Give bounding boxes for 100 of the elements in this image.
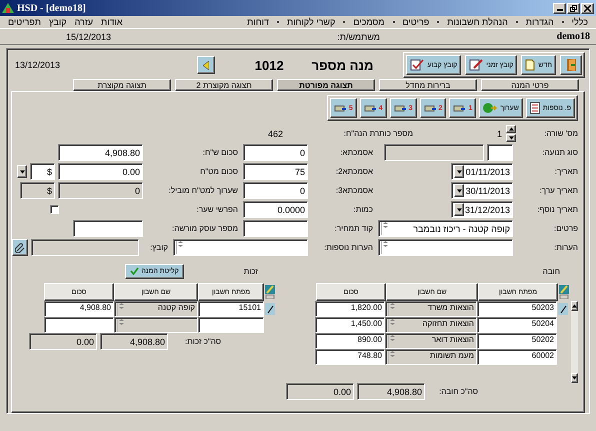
field-label: כמות:	[352, 205, 373, 214]
input-field[interactable]	[243, 220, 308, 237]
field-label: הערות:	[553, 243, 578, 252]
checkmark-icon	[130, 267, 140, 275]
section-title: זכות	[244, 266, 258, 276]
table-cell: 60002	[477, 349, 557, 365]
restore-button[interactable]	[567, 2, 580, 14]
field-label: תאריך נוסף:	[536, 205, 578, 214]
paperclip-icon	[15, 242, 25, 252]
checkbox[interactable]	[50, 205, 59, 214]
dropdown-button[interactable]	[17, 165, 27, 178]
menu-item[interactable]: תפריטים	[8, 17, 41, 27]
table-cell: קופה קטנה	[114, 301, 198, 317]
menu-item[interactable]: קובץ	[49, 17, 67, 27]
tab[interactable]: תצוגה מקוצרת	[73, 79, 171, 91]
menu-item[interactable]: אודות	[100, 17, 123, 27]
total-field[interactable]: 0.00	[286, 383, 354, 400]
dropdown-button[interactable]	[454, 165, 464, 178]
pencil-icon[interactable]	[559, 285, 569, 299]
list-icon	[530, 102, 540, 114]
field-label: אסמכתא:	[339, 148, 373, 157]
edit-icon	[558, 303, 568, 315]
input-field[interactable]: 0.0000	[243, 201, 308, 218]
total-field[interactable]: 0.00	[29, 333, 97, 350]
table-cell: 890.00	[315, 333, 385, 349]
app-icon	[2, 3, 14, 13]
menu-item[interactable]: כללי	[572, 17, 588, 27]
table-cell: 4,908.80	[44, 301, 114, 317]
amount-field[interactable]: 0.00	[58, 163, 143, 180]
spinner[interactable]	[506, 125, 516, 142]
currency-field[interactable]: $	[30, 163, 55, 180]
exit-button[interactable]	[560, 55, 582, 75]
input-field[interactable]	[73, 220, 143, 237]
field-label: מספר כותרת הנה"ח:	[342, 129, 413, 138]
amount-field[interactable]: 4,908.80	[58, 144, 143, 161]
field-label: סוג תנועה:	[541, 148, 578, 157]
previous-button[interactable]	[196, 56, 215, 74]
pencil-icon[interactable]	[265, 285, 275, 299]
menu-item[interactable]: דוחות	[247, 17, 269, 27]
menu-item[interactable]: הנהלת חשבונות	[447, 17, 508, 27]
door-icon	[566, 58, 578, 72]
date-field[interactable]: 30/11/2013	[451, 182, 513, 199]
tab[interactable]: פרטי המנה	[481, 79, 579, 91]
tab[interactable]: ברירות מחדל	[379, 79, 477, 91]
dropdown-button[interactable]	[454, 184, 464, 197]
down-arrow-icon	[572, 376, 577, 380]
total-field[interactable]: 4,908.80	[357, 383, 425, 400]
date-field[interactable]: 01/11/2013	[451, 163, 513, 180]
field-label: תאריך:	[554, 167, 578, 176]
table-cell[interactable]	[44, 317, 114, 333]
table-cell: 50202	[477, 333, 557, 349]
menu-item[interactable]: פריטים	[402, 17, 430, 27]
table-cell[interactable]	[198, 317, 264, 333]
table-cell: הוצאות תחזוקה	[385, 317, 477, 333]
date-field[interactable]: 31/12/2013	[451, 201, 513, 218]
field-label: סכום מט"ח	[199, 167, 238, 176]
input-field[interactable]: 0	[243, 144, 308, 161]
printer-icon	[334, 103, 346, 113]
field-label: קובץ:	[149, 243, 168, 252]
page-icon	[525, 59, 536, 71]
table-cell: 748.80	[315, 349, 385, 365]
memo-field[interactable]	[378, 239, 513, 256]
tab[interactable]: תצוגה מפורטת	[277, 79, 375, 91]
menu-item[interactable]: קשרי לקוחות	[286, 17, 336, 27]
line-number: 1	[496, 128, 502, 138]
scroll-arrows-icon	[390, 351, 395, 357]
down-arrow-icon	[508, 136, 514, 140]
menu-item[interactable]: הגדרות	[526, 17, 554, 27]
input-field[interactable]	[487, 144, 513, 161]
attach-button[interactable]	[12, 239, 28, 256]
memo-field[interactable]: קופה קטנה - ריכוז נובמבר	[378, 220, 513, 237]
field-label: פרטים:	[553, 224, 578, 233]
input-field[interactable]: 0	[243, 182, 308, 199]
dropdown-button[interactable]	[454, 203, 464, 216]
printer-icon	[364, 103, 376, 113]
input-field[interactable]: 75	[243, 163, 308, 180]
table-cell: 50204	[477, 317, 557, 333]
close-button[interactable]	[581, 2, 594, 14]
document-check-icon	[410, 59, 424, 71]
memo-field[interactable]	[173, 239, 308, 256]
menu-item[interactable]: מסמכים	[353, 17, 384, 27]
scrollbar[interactable]	[571, 301, 578, 383]
batch-number: 1012	[254, 58, 284, 72]
field-label: תאריך ערך:	[538, 186, 578, 195]
field-label: אסמכתא3:	[334, 186, 373, 195]
total-label: סה"כ חובה:	[438, 387, 478, 396]
scroll-arrows-icon	[390, 319, 395, 325]
menu-item[interactable]: עזרה	[74, 17, 93, 27]
close-icon	[584, 4, 591, 12]
currency-field[interactable]: $	[20, 182, 55, 199]
header-number: 462	[268, 128, 283, 138]
edit-icon	[265, 303, 275, 315]
table-cell: 1,820.00	[315, 301, 385, 317]
tab[interactable]: תצוגה מקוצרת 2	[175, 79, 273, 91]
minimize-button[interactable]	[553, 2, 566, 14]
current-date: 15/12/2013	[66, 32, 112, 42]
window-title: HSD - [demo18]	[17, 2, 86, 14]
readonly-field[interactable]: 0	[58, 182, 143, 199]
total-field[interactable]: 4,908.80	[100, 333, 168, 350]
scroll-arrows-icon	[178, 241, 183, 247]
